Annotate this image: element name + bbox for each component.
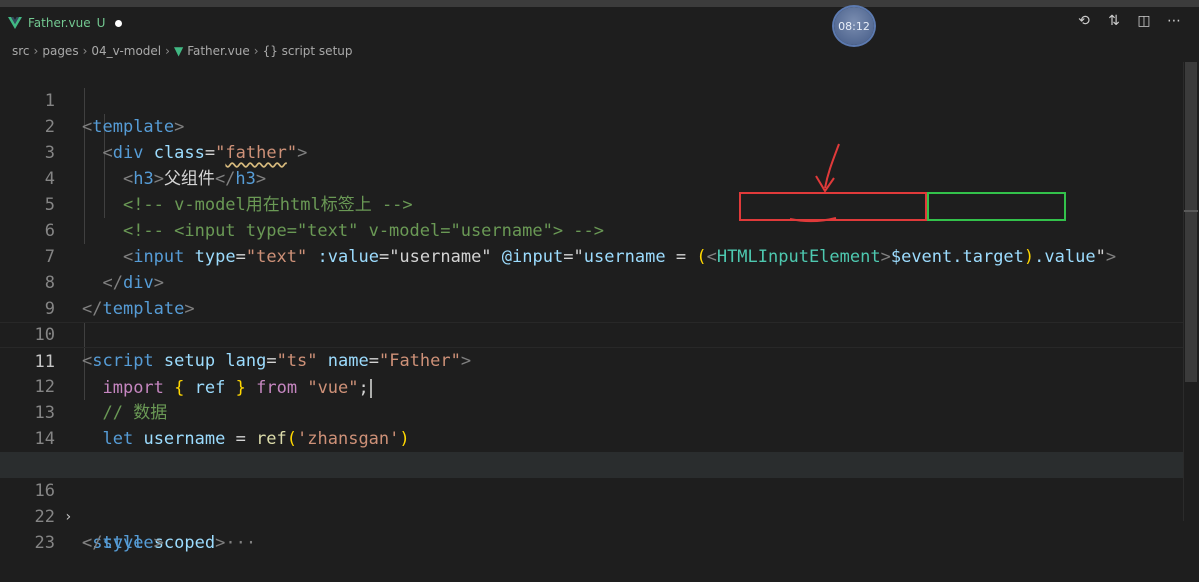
window-top-strip [0, 0, 1199, 7]
editor-tab-bar: Father.vue U ⟲ ⇅ ◫ ⋯ [0, 7, 1199, 39]
breadcrumb-item[interactable]: 04_v-model [91, 44, 161, 58]
code-editor[interactable]: 1 <template> 2 <div class="father"> 3 <h… [0, 62, 1183, 553]
tab-father-vue[interactable]: Father.vue U [0, 7, 124, 39]
breadcrumb-item[interactable]: pages [42, 44, 78, 58]
line-number: 23 [34, 533, 55, 553]
code-line[interactable]: 1 <template> [0, 62, 1183, 137]
scrollbar-cursor-marker [1184, 210, 1198, 212]
code-line[interactable]: 23 [0, 504, 1183, 553]
compare-icon[interactable]: ⇅ [1105, 13, 1123, 29]
vertical-scrollbar[interactable] [1183, 62, 1198, 521]
code-line[interactable]: 8 </template> [0, 244, 1183, 319]
tab-actions: ⟲ ⇅ ◫ ⋯ [1075, 13, 1183, 29]
code-line[interactable]: 9 [0, 270, 1183, 319]
breadcrumb: src › pages › 04_v-model › ▼ Father.vue … [0, 40, 1199, 62]
code-line-folded[interactable]: 16 › <style scoped>··· [0, 452, 1183, 553]
breadcrumb-item[interactable]: src [12, 44, 30, 58]
breadcrumb-chevron-icon: › [33, 44, 39, 58]
split-editor-icon[interactable]: ◫ [1135, 13, 1153, 29]
annotation-green-box [927, 192, 1066, 221]
code-line[interactable]: 5 <!-- <input type="text" v-model="usern… [0, 166, 1183, 241]
vue-file-icon: ▼ [173, 44, 184, 58]
annotation-red-box [739, 192, 927, 221]
code-line[interactable]: 13 let username = ref('zhansgan') [0, 374, 1183, 449]
code-line[interactable]: 14 </script> [0, 400, 1183, 475]
code-line[interactable]: 22 </style> [0, 478, 1183, 553]
breadcrumb-item[interactable]: Father.vue [187, 44, 250, 58]
unsaved-dot-icon[interactable] [115, 19, 123, 27]
breadcrumb-item[interactable]: {} script setup [263, 44, 353, 58]
vue-file-icon [8, 17, 22, 29]
code-line[interactable]: 4 <!-- v-model用在html标签上 --> [0, 140, 1183, 215]
code-line[interactable]: 15 [0, 426, 1183, 475]
code-line[interactable]: 10 <script setup lang="ts" name="Father"… [0, 296, 1183, 371]
history-icon[interactable]: ⟲ [1075, 13, 1093, 29]
breadcrumb-chevron-icon: › [253, 44, 259, 58]
more-icon[interactable]: ⋯ [1165, 13, 1183, 29]
tab-filename: Father.vue [28, 16, 91, 30]
tab-untracked-badge: U [96, 16, 106, 30]
scrollbar-thumb[interactable] [1185, 62, 1197, 382]
code-line[interactable]: 7 </div> [0, 218, 1183, 293]
code-line[interactable]: 12 // 数据 [0, 348, 1183, 423]
code-line-current[interactable]: 11 import { ref } from "vue"; [0, 322, 1183, 398]
code-line[interactable]: 2 <div class="father"> [0, 88, 1183, 163]
code-line[interactable]: 3 <h3>父组件</h3> [0, 114, 1183, 189]
breadcrumb-chevron-icon: › [82, 44, 88, 58]
breadcrumb-chevron-icon: › [165, 44, 170, 58]
code-text: </style> [82, 533, 164, 553]
folded-ellipsis: ··· [225, 533, 257, 553]
